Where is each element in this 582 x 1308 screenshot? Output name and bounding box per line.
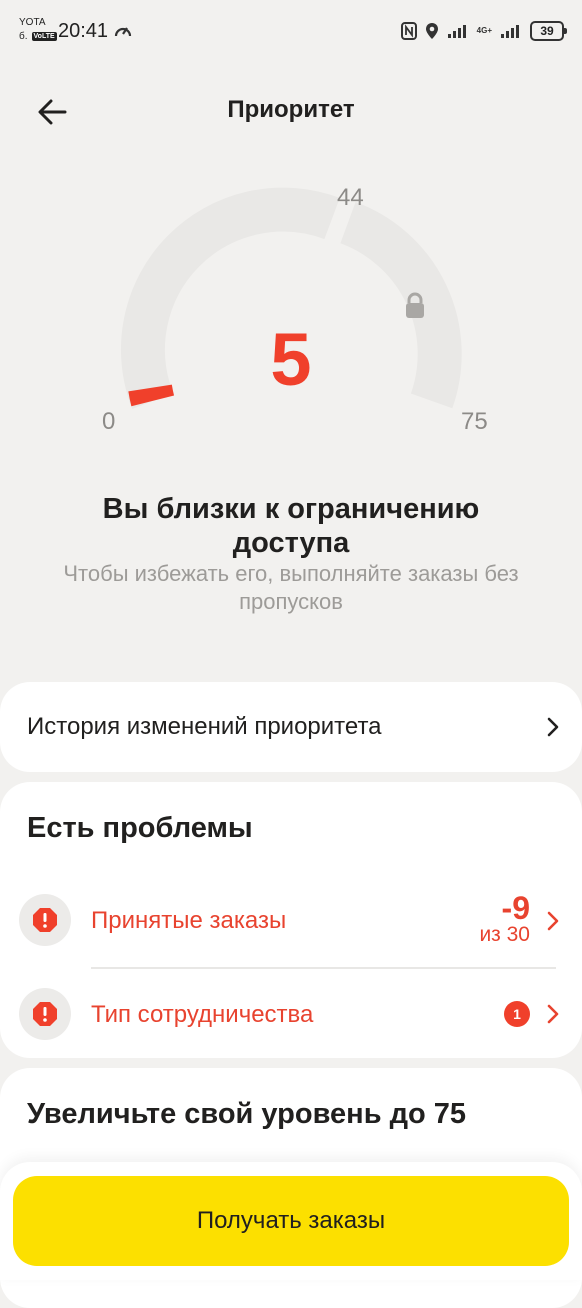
problem-value-sub: из 30 [479, 923, 530, 946]
priority-gauge [121, 187, 462, 409]
carrier-info: YOTA б. VoLTE [19, 17, 57, 42]
chevron-right-icon [547, 911, 559, 931]
divider [91, 967, 556, 969]
carrier-name: YOTA [19, 17, 46, 28]
gauge-threshold-label: 44 [337, 184, 364, 211]
gauge-max-label: 75 [461, 408, 488, 435]
history-label: История изменений приоритета [27, 713, 382, 740]
problem-value: -9 из 30 [479, 892, 530, 946]
location-icon [425, 23, 438, 39]
signal-icon-2 [501, 25, 519, 38]
history-link[interactable]: История изменений приоритета [0, 682, 582, 772]
chevron-right-icon [547, 717, 559, 737]
alert-octagon-icon [19, 988, 71, 1040]
level-title: Увеличьте свой уровень до 75 [27, 1098, 467, 1130]
problem-value-main: -9 [501, 890, 530, 926]
status-bar: YOTA б. VoLTE 20:41 4G+ 39 [0, 0, 582, 62]
problem-badge: 1 [504, 1001, 530, 1027]
problems-card: Есть проблемы Принятые заказы -9 из 30 Т… [0, 782, 582, 1058]
volte-badge: VoLTE [31, 32, 57, 41]
problem-item-accepted-orders[interactable]: Принятые заказы -9 из 30 [0, 882, 582, 962]
gauge-value: 5 [270, 318, 312, 401]
problem-item-cooperation-type[interactable]: Тип сотрудничества 1 [0, 976, 582, 1056]
gauge-min-label: 0 [102, 408, 116, 435]
speedometer-icon [114, 27, 132, 37]
carrier-sub: б. [19, 31, 28, 42]
alert-octagon-icon [19, 894, 71, 946]
signal-icon [447, 25, 466, 38]
problem-label: Принятые заказы [91, 907, 287, 934]
chevron-right-icon [547, 1004, 559, 1024]
nfc-icon [400, 22, 417, 40]
problems-title: Есть проблемы [27, 812, 253, 844]
status-title: Вы близки к ограничению доступа [102, 493, 480, 559]
status-time: 20:41 [58, 20, 109, 42]
page-title: Приоритет [227, 96, 355, 123]
network-type: 4G+ [476, 26, 492, 35]
get-orders-button[interactable]: Получать заказы [13, 1176, 569, 1266]
status-subtitle: Чтобы избежать его, выполняйте заказы бе… [63, 561, 519, 614]
problem-label: Тип сотрудничества [91, 1001, 314, 1028]
battery-indicator: 39 [530, 21, 567, 41]
